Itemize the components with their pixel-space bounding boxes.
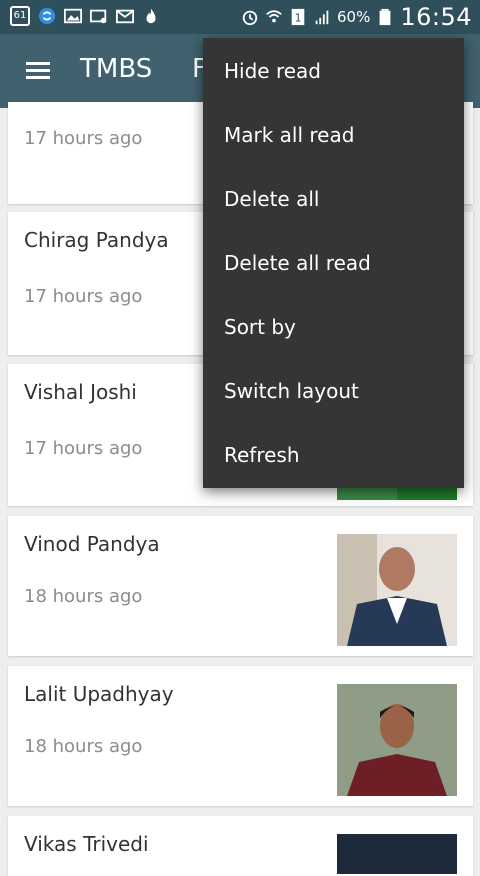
- menu-item-hide-read[interactable]: Hide read: [224, 59, 321, 83]
- item-time: 18 hours ago: [24, 586, 143, 607]
- wifi-icon: [266, 10, 282, 23]
- menu-item-refresh[interactable]: Refresh: [224, 443, 300, 467]
- item-time: 18 hours ago: [24, 736, 143, 757]
- flame-icon: [146, 8, 156, 24]
- sync-icon: [38, 7, 56, 25]
- menu-item-delete-all-read[interactable]: Delete all read: [224, 251, 371, 275]
- item-time: 17 hours ago: [24, 438, 143, 459]
- app-title: TMBS: [80, 54, 153, 84]
- sim-icon: 1: [291, 8, 305, 26]
- item-name: Lalit Upadhyay: [24, 682, 174, 706]
- overflow-menu: Hide read Mark all read Delete all Delet…: [203, 38, 464, 488]
- thumbnail-image: [337, 834, 457, 874]
- thumbnail-image: [337, 534, 457, 646]
- gallery-icon: [90, 9, 107, 24]
- item-name: Vikas Trivedi: [24, 832, 149, 856]
- status-bar-right: 1 60% 16:54: [241, 3, 472, 31]
- list-item[interactable]: Vinod Pandya 18 hours ago: [8, 516, 473, 656]
- menu-item-delete-all[interactable]: Delete all: [224, 187, 319, 211]
- item-name: Vishal Joshi: [24, 380, 137, 404]
- alarm-icon: [242, 10, 258, 26]
- menu-item-mark-all-read[interactable]: Mark all read: [224, 123, 354, 147]
- svg-text:1: 1: [295, 12, 302, 25]
- status-bar-left: 61: [10, 6, 160, 26]
- item-name: Vinod Pandya: [24, 532, 160, 556]
- thumbnail-image: [337, 684, 457, 796]
- hamburger-menu-icon[interactable]: [26, 62, 50, 80]
- item-time: 17 hours ago: [24, 286, 143, 307]
- item-name: Chirag Pandya: [24, 228, 169, 252]
- list-item[interactable]: Vikas Trivedi: [8, 816, 473, 876]
- item-time: 17 hours ago: [24, 128, 143, 149]
- image-icon: [64, 8, 82, 24]
- signal-icon: [315, 10, 329, 25]
- battery-percent: 60%: [336, 8, 371, 26]
- mail-icon: [116, 9, 134, 24]
- list-item[interactable]: Lalit Upadhyay 18 hours ago: [8, 666, 473, 806]
- notification-count-icon: 61: [10, 6, 30, 26]
- status-bar: 61 1 60% 16:54: [0, 0, 480, 34]
- clock: 16:54: [400, 3, 472, 31]
- battery-icon: [379, 8, 391, 26]
- menu-item-sort-by[interactable]: Sort by: [224, 315, 296, 339]
- menu-item-switch-layout[interactable]: Switch layout: [224, 379, 359, 403]
